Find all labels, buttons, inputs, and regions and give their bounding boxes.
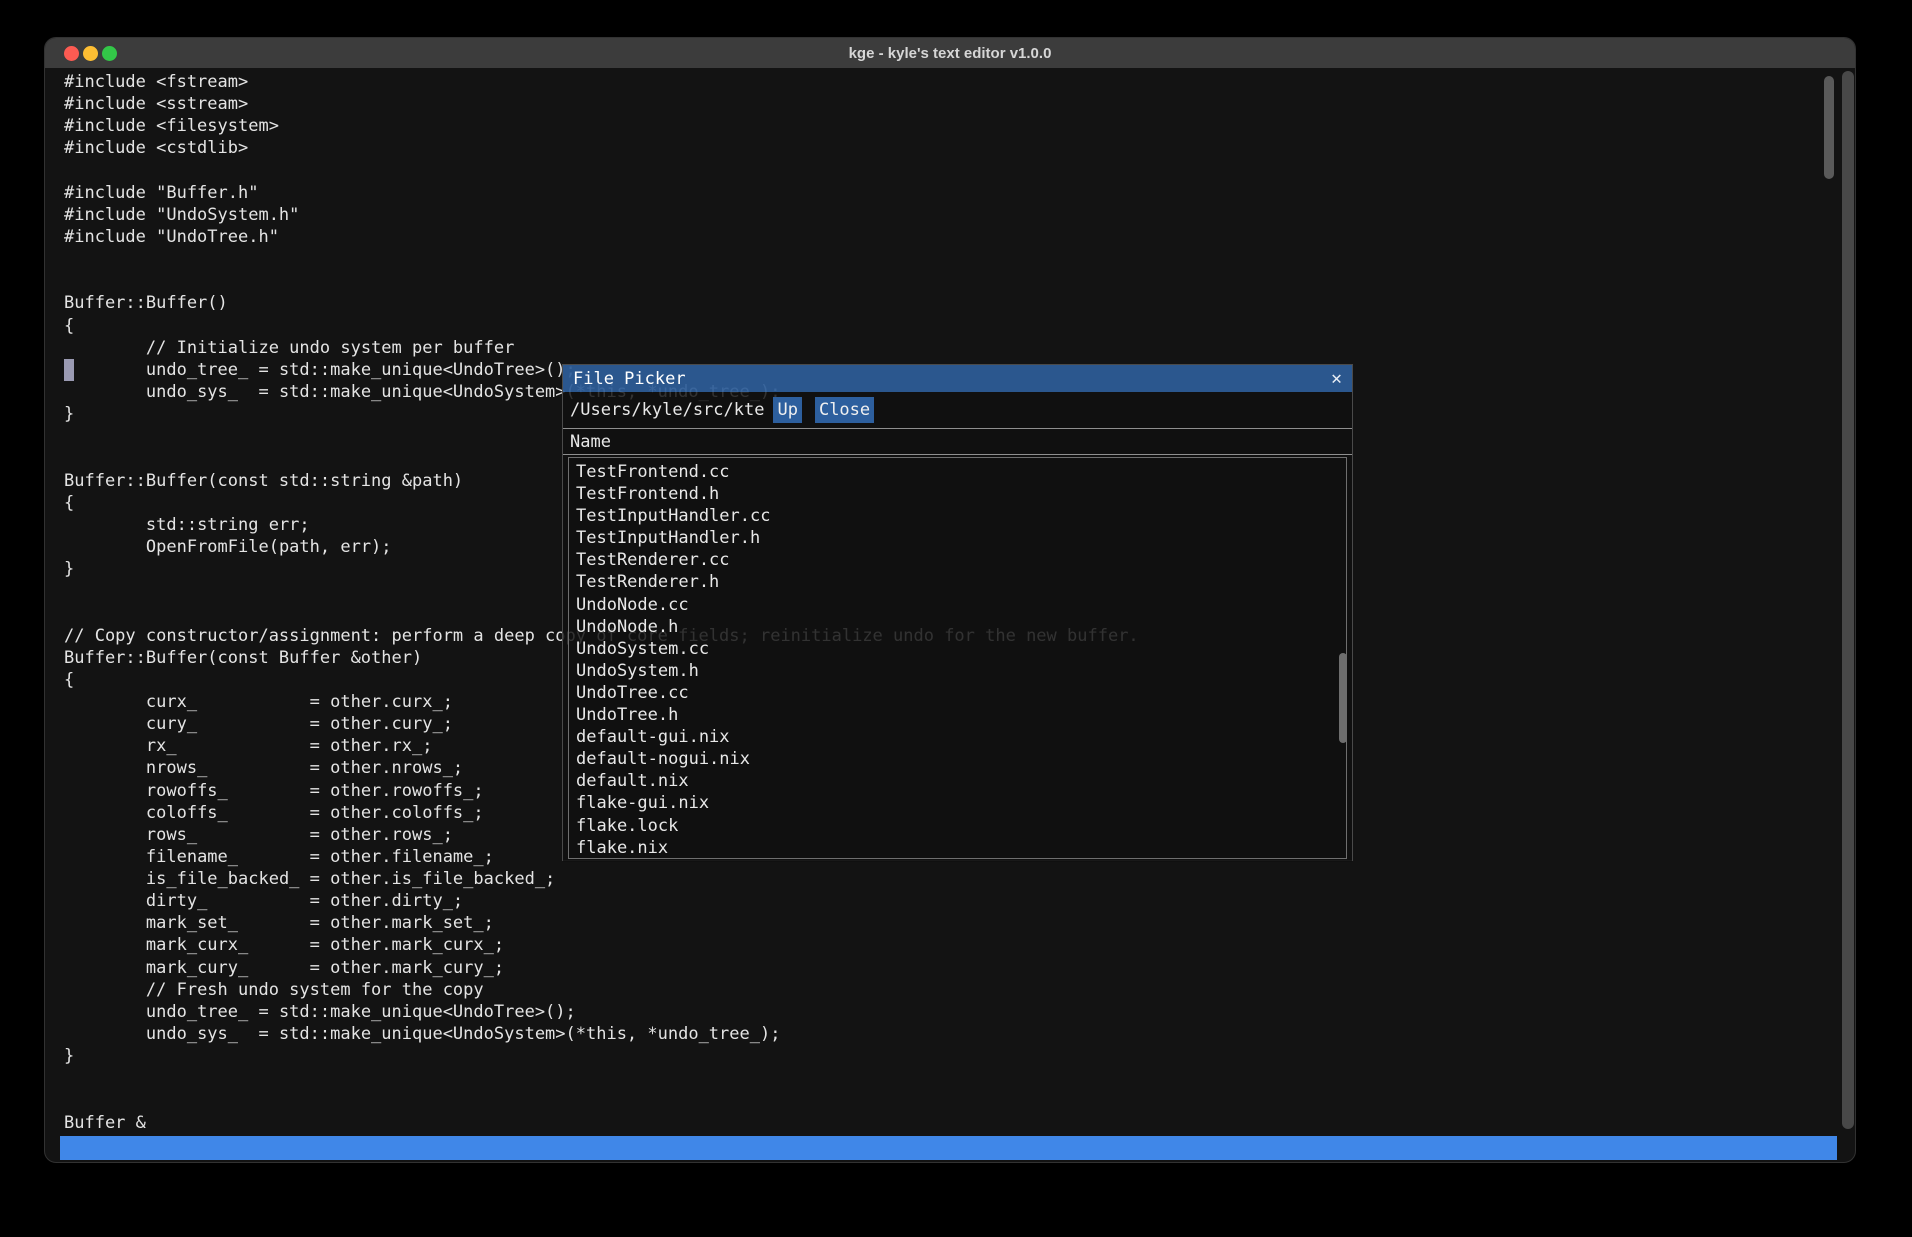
code-line: Buffer::Buffer() xyxy=(64,292,1139,314)
file-picker-body: /Users/kyle/src/kte Up Close Name TestFr… xyxy=(563,392,1352,862)
file-list-item[interactable]: UndoSystem.cc xyxy=(569,638,1346,660)
code-line: #include "Buffer.h" xyxy=(64,182,1139,204)
file-list-item[interactable]: UndoSystem.h xyxy=(569,660,1346,682)
status-bar: kge v1.0.0 [1/1] Buffer.cc 486L Open Fil… xyxy=(60,1136,1837,1160)
text-cursor xyxy=(64,359,74,381)
code-line: dirty_ = other.dirty_; xyxy=(64,890,1139,912)
file-list-item[interactable]: TestInputHandler.cc xyxy=(569,505,1346,527)
code-line: } xyxy=(64,1045,1139,1067)
code-line xyxy=(64,160,1139,182)
file-list-item[interactable]: UndoNode.h xyxy=(569,616,1346,638)
code-line: { xyxy=(64,315,1139,337)
file-picker-titlebar[interactable]: File Picker ✕ xyxy=(563,365,1352,392)
file-picker-dialog: File Picker ✕ /Users/kyle/src/kte Up Clo… xyxy=(562,364,1353,861)
code-line xyxy=(64,270,1139,292)
file-list-item[interactable]: flake.lock xyxy=(569,815,1346,837)
file-list: TestFrontend.ccTestFrontend.hTestInputHa… xyxy=(568,457,1347,859)
name-column-header: Name xyxy=(570,432,611,452)
code-line: is_file_backed_ = other.is_file_backed_; xyxy=(64,868,1139,890)
file-list-item[interactable]: UndoTree.cc xyxy=(569,682,1346,704)
code-line xyxy=(64,248,1139,270)
screen: kge - kyle's text editor v1.0.0 #include… xyxy=(0,0,1912,1237)
zoom-window-button[interactable] xyxy=(102,46,117,61)
window-titlebar: kge - kyle's text editor v1.0.0 xyxy=(45,38,1855,68)
file-list-items: TestFrontend.ccTestFrontend.hTestInputHa… xyxy=(569,461,1346,859)
code-line: mark_set_ = other.mark_set_; xyxy=(64,912,1139,934)
file-list-item[interactable]: TestInputHandler.h xyxy=(569,527,1346,549)
code-line: mark_cury_ = other.mark_cury_; xyxy=(64,957,1139,979)
file-list-item[interactable]: TestFrontend.cc xyxy=(569,461,1346,483)
file-list-item[interactable]: TestRenderer.h xyxy=(569,571,1346,593)
code-line: undo_sys_ = std::make_unique<UndoSystem>… xyxy=(64,1023,1139,1045)
column-header-row: Name xyxy=(563,429,1352,454)
status-left: kge v1.0.0 [1/1] Buffer.cc 486L xyxy=(68,1160,396,1163)
close-button[interactable]: Close xyxy=(815,397,874,423)
window-title: kge - kyle's text editor v1.0.0 xyxy=(45,45,1855,62)
code-line: #include <cstdlib> xyxy=(64,137,1139,159)
code-line: #include <sstream> xyxy=(64,93,1139,115)
file-list-item[interactable]: default-nogui.nix xyxy=(569,748,1346,770)
code-line: Buffer & xyxy=(64,1112,1139,1134)
code-line: #include <fstream> xyxy=(64,71,1139,93)
path-row: /Users/kyle/src/kte Up Close xyxy=(563,392,1352,428)
code-line: mark_curx_ = other.mark_curx_; xyxy=(64,934,1139,956)
up-button[interactable]: Up xyxy=(773,397,801,423)
dialog-close-icon[interactable]: ✕ xyxy=(1331,365,1342,392)
close-window-button[interactable] xyxy=(64,46,79,61)
file-list-item[interactable]: TestRenderer.cc xyxy=(569,549,1346,571)
code-line: // Fresh undo system for the copy xyxy=(64,979,1139,1001)
file-picker-title: File Picker xyxy=(573,369,686,389)
minimize-window-button[interactable] xyxy=(83,46,98,61)
code-line: // Initialize undo system per buffer xyxy=(64,337,1139,359)
code-line: #include "UndoSystem.h" xyxy=(64,204,1139,226)
code-line xyxy=(64,1067,1139,1089)
file-list-item[interactable]: TestFrontend.h xyxy=(569,483,1346,505)
file-list-item[interactable]: default.nix xyxy=(569,770,1346,792)
file-list-item[interactable]: flake.nix xyxy=(569,837,1346,859)
file-list-item[interactable]: flake-gui.nix xyxy=(569,792,1346,814)
file-list-item[interactable]: UndoNode.cc xyxy=(569,594,1346,616)
traffic-lights xyxy=(64,46,117,61)
code-line: #include <filesystem> xyxy=(64,115,1139,137)
editor-scrollbar-thumb[interactable] xyxy=(1824,76,1834,179)
editor-window: kge - kyle's text editor v1.0.0 #include… xyxy=(44,37,1856,1163)
code-line: undo_tree_ = std::make_unique<UndoTree>(… xyxy=(64,1001,1139,1023)
code-line xyxy=(64,1089,1139,1111)
separator xyxy=(563,454,1352,455)
file-list-item[interactable]: default-gui.nix xyxy=(569,726,1346,748)
code-line: #include "UndoTree.h" xyxy=(64,226,1139,248)
file-list-scrollbar-thumb[interactable] xyxy=(1339,653,1347,743)
current-path: /Users/kyle/src/kte xyxy=(570,400,764,420)
file-list-item[interactable]: UndoTree.h xyxy=(569,704,1346,726)
window-right-scroll-track[interactable] xyxy=(1842,71,1854,1129)
